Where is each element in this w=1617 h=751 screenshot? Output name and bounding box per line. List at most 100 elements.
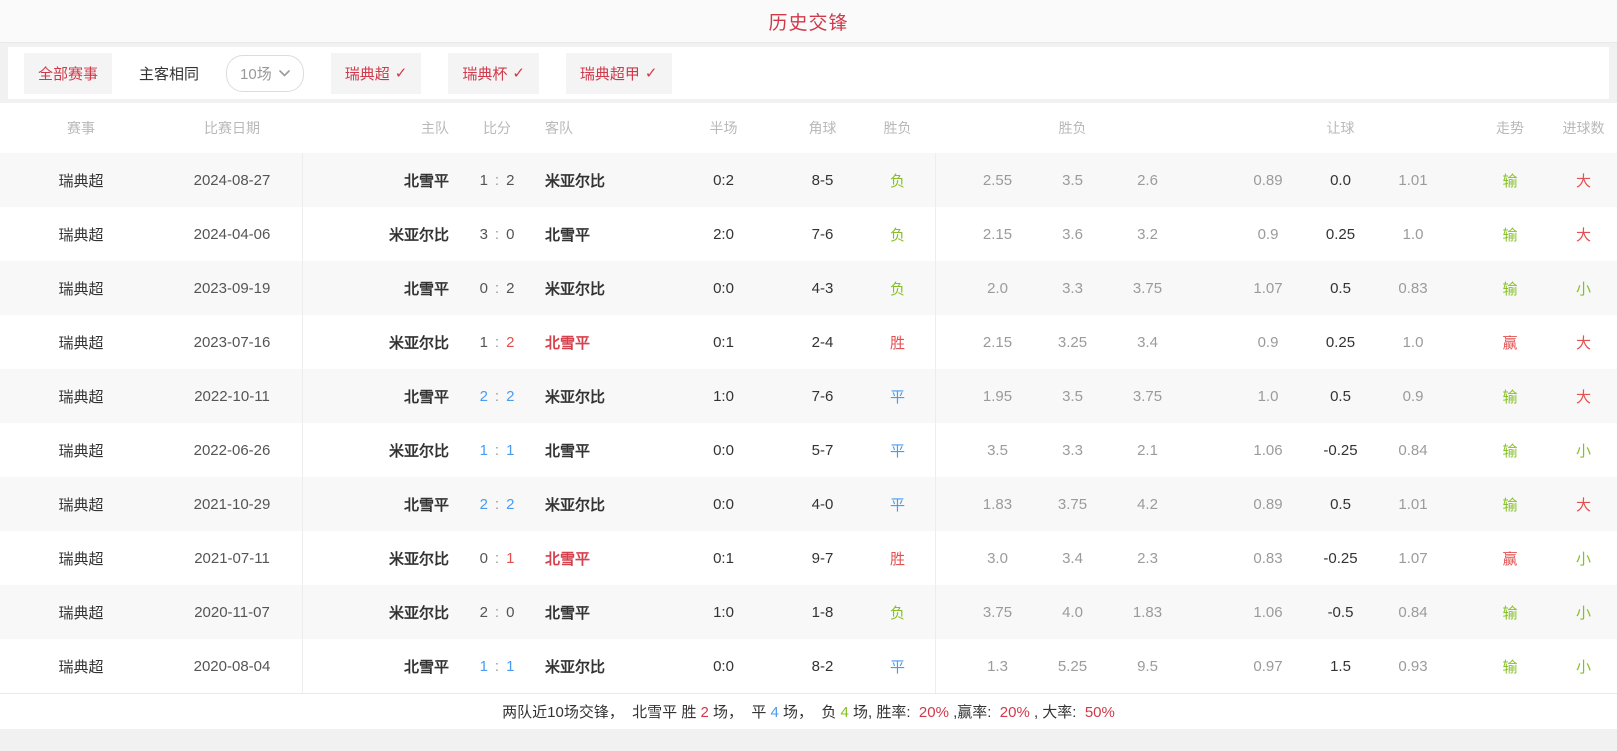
- spacer: [1448, 103, 1475, 153]
- lose-odds-cell: 4.2: [1110, 477, 1185, 531]
- home-team-cell: 北雪平: [302, 639, 457, 693]
- same-venue-filter[interactable]: 主客相同: [139, 63, 199, 84]
- handicap-home-odds-cell: [1233, 103, 1303, 153]
- win-odds-cell: 2.15: [960, 315, 1035, 369]
- away-team-cell: 米亚尔比: [537, 153, 662, 207]
- spacer: [935, 261, 960, 315]
- date-cell: 2020-08-04: [162, 639, 302, 693]
- spacer: [1448, 639, 1475, 693]
- check-icon: ✓: [645, 64, 658, 82]
- lose-odds-cell: 2.3: [1110, 531, 1185, 585]
- summary-segment: 50%: [1085, 704, 1115, 721]
- spacer: [1185, 639, 1233, 693]
- trend-cell: 输: [1475, 639, 1545, 693]
- result-cell: 平: [860, 423, 935, 477]
- col-header-home-team: 主队: [302, 103, 457, 153]
- league-cell: 瑞典超: [0, 315, 162, 369]
- spacer: [1448, 315, 1475, 369]
- halftime-score-cell: 0:0: [662, 477, 785, 531]
- match-count-select[interactable]: 10场: [226, 55, 304, 92]
- home-team-cell: 北雪平: [302, 369, 457, 423]
- trend-cell: 赢: [1475, 531, 1545, 585]
- league-filter-0[interactable]: 瑞典超 ✓: [331, 53, 422, 94]
- col-header-away-team: 客队: [537, 103, 662, 153]
- spacer: [935, 369, 960, 423]
- league-filter-label: 瑞典超甲: [580, 63, 640, 84]
- league-filter-1[interactable]: 瑞典杯 ✓: [448, 53, 539, 94]
- match-row: 瑞典超2024-04-06米亚尔比3:0北雪平2:07-6负2.153.63.2…: [0, 207, 1617, 261]
- league-cell: 瑞典超: [0, 207, 162, 261]
- home-team-cell: 北雪平: [302, 261, 457, 315]
- handicap-home-odds-cell: 1.07: [1233, 261, 1303, 315]
- col-header-draw-odds: 胜负: [1035, 103, 1110, 153]
- home-team-cell: 北雪平: [302, 477, 457, 531]
- handicap-line-cell: 0.25: [1303, 207, 1378, 261]
- score-value: 0:1: [480, 550, 515, 567]
- handicap-home-odds-cell: 0.9: [1233, 315, 1303, 369]
- summary-segment: 4: [841, 704, 849, 721]
- check-icon: ✓: [395, 64, 408, 82]
- home-team-cell: 米亚尔比: [302, 585, 457, 639]
- league-filter-label: 瑞典超: [345, 63, 390, 84]
- result-cell: 平: [860, 477, 935, 531]
- win-odds-cell: 1.95: [960, 369, 1035, 423]
- table-body: 瑞典超2024-08-27北雪平1:2米亚尔比0:28-5负2.553.52.6…: [0, 153, 1617, 693]
- chevron-down-icon: [279, 70, 290, 77]
- spacer: [1448, 585, 1475, 639]
- halftime-score-cell: 0:2: [662, 153, 785, 207]
- score-value: 1:2: [480, 172, 515, 189]
- col-header-league: 赛事: [0, 103, 162, 153]
- all-events-label: 全部赛事: [38, 63, 98, 84]
- all-events-button[interactable]: 全部赛事: [24, 53, 112, 94]
- league-filter-2[interactable]: 瑞典超甲 ✓: [566, 53, 672, 94]
- summary-segment: 场, 胜率:: [849, 704, 919, 721]
- score-cell: 1:2: [457, 153, 537, 207]
- result-cell: 平: [860, 639, 935, 693]
- result-cell: 负: [860, 261, 935, 315]
- trend-cell: 输: [1475, 153, 1545, 207]
- summary-segment: 场， 负: [779, 704, 841, 721]
- spacer: [935, 153, 960, 207]
- handicap-line-cell: 0.5: [1303, 369, 1378, 423]
- lose-odds-cell: 3.4: [1110, 315, 1185, 369]
- date-cell: 2021-10-29: [162, 477, 302, 531]
- summary-bar: 两队近10场交锋， 北雪平 胜 2 场， 平 4 场， 负 4 场, 胜率: 2…: [0, 693, 1617, 729]
- score-cell: 2:2: [457, 369, 537, 423]
- league-cell: 瑞典超: [0, 261, 162, 315]
- match-row: 瑞典超2022-10-11北雪平2:2米亚尔比1:07-6平1.953.53.7…: [0, 369, 1617, 423]
- away-team-cell: 北雪平: [537, 315, 662, 369]
- home-team-cell: 米亚尔比: [302, 315, 457, 369]
- spacer: [935, 207, 960, 261]
- handicap-home-odds-cell: 1.06: [1233, 585, 1303, 639]
- corners-cell: 8-5: [785, 153, 860, 207]
- score-cell: 1:1: [457, 423, 537, 477]
- spacer: [1185, 207, 1233, 261]
- trend-cell: 输: [1475, 207, 1545, 261]
- date-cell: 2024-08-27: [162, 153, 302, 207]
- spacer: [1185, 369, 1233, 423]
- handicap-line-cell: -0.25: [1303, 531, 1378, 585]
- draw-odds-cell: 5.25: [1035, 639, 1110, 693]
- summary-segment: 两队近10场交锋， 北雪平 胜: [502, 704, 700, 721]
- spacer: [935, 531, 960, 585]
- handicap-home-odds-cell: 1.06: [1233, 423, 1303, 477]
- away-team-cell: 米亚尔比: [537, 639, 662, 693]
- result-cell: 胜: [860, 531, 935, 585]
- spacer: [935, 585, 960, 639]
- col-header-trend: 走势: [1475, 103, 1545, 153]
- league-cell: 瑞典超: [0, 585, 162, 639]
- halftime-score-cell: 0:0: [662, 423, 785, 477]
- spacer: [1185, 261, 1233, 315]
- league-cell: 瑞典超: [0, 531, 162, 585]
- spacer: [935, 639, 960, 693]
- spacer: [1185, 153, 1233, 207]
- spacer: [1448, 153, 1475, 207]
- halftime-score-cell: 2:0: [662, 207, 785, 261]
- handicap-home-odds-cell: 0.9: [1233, 207, 1303, 261]
- draw-odds-cell: 3.25: [1035, 315, 1110, 369]
- away-team-cell: 北雪平: [537, 585, 662, 639]
- league-cell: 瑞典超: [0, 423, 162, 477]
- corners-cell: 5-7: [785, 423, 860, 477]
- away-team-cell: 北雪平: [537, 423, 662, 477]
- league-cell: 瑞典超: [0, 153, 162, 207]
